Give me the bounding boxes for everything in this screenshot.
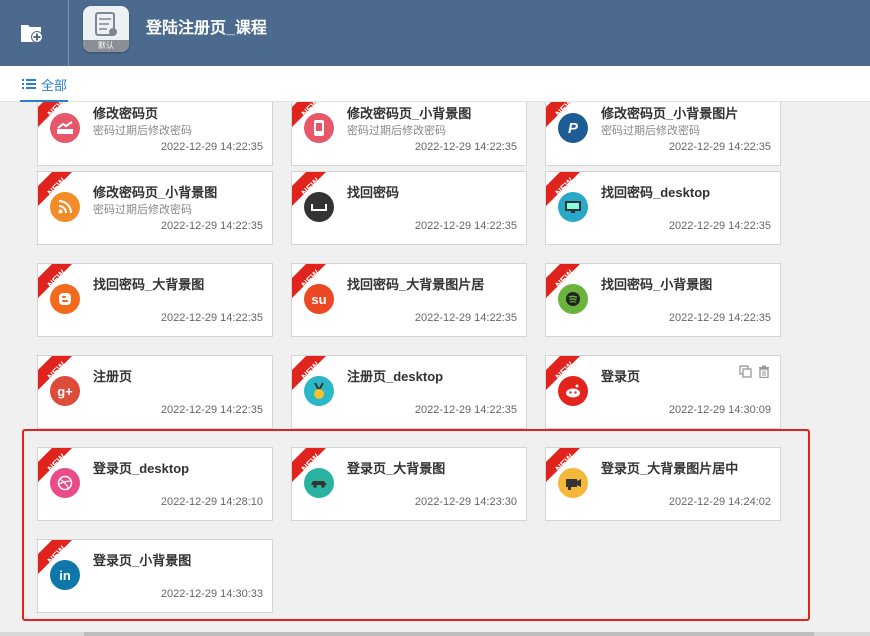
card-title: 注册页_desktop [347, 369, 444, 384]
card-timestamp: 2022-12-29 14:30:33 [160, 588, 263, 600]
template-card[interactable]: NEW 找回密码_小背景图 2022-12-29 14:22:35 [545, 263, 781, 337]
card-timestamp: 2022-12-29 14:22:35 [414, 312, 517, 324]
dribbble-icon [50, 468, 80, 498]
camera-icon [558, 468, 588, 498]
stumbleupon-icon: su [304, 284, 334, 314]
template-card[interactable]: NEW P 修改密码页_小背景图片 密码过期后修改密码 2022-12-29 14:22… [545, 102, 781, 166]
template-card[interactable]: NEW 注册页_desktop 2022-12-29 14:22:35 [291, 355, 527, 429]
template-card[interactable]: NEW 找回密码_desktop 2022-12-29 14:22:35 [545, 171, 781, 245]
page-title: 登陆注册页_课程 [146, 20, 267, 37]
card-description: 密码过期后修改密码 [93, 125, 192, 137]
card-timestamp: 2022-12-29 14:22:35 [668, 141, 771, 153]
card-timestamp: 2022-12-29 14:22:35 [414, 141, 517, 153]
tray-icon [304, 192, 334, 222]
card-title: 修改密码页_小背景图片 [601, 106, 739, 121]
card-title: 找回密码_大背景图片居 [347, 277, 485, 292]
chart-icon [50, 113, 80, 143]
tab-all[interactable]: 全部 [22, 74, 67, 94]
car-icon [304, 468, 334, 498]
card-title: 修改密码页_小背景图 [93, 185, 218, 200]
card-description: 密码过期后修改密码 [347, 125, 446, 137]
card-timestamp: 2022-12-29 14:22:35 [160, 312, 263, 324]
reddit-icon [558, 376, 588, 406]
medal-icon [304, 376, 334, 406]
folder-add-icon [21, 25, 43, 43]
card-timestamp: 2022-12-29 14:22:35 [668, 312, 771, 324]
card-timestamp: 2022-12-29 14:22:35 [160, 141, 263, 153]
template-card[interactable]: NEW 登录页_大背景图 2022-12-29 14:23:30 [291, 447, 527, 521]
list-icon [22, 79, 36, 89]
template-card[interactable]: NEW 登录页 2022-12-29 14:30:09 [545, 355, 781, 429]
card-timestamp: 2022-12-29 14:30:09 [668, 404, 771, 416]
card-timestamp: 2022-12-29 14:28:10 [160, 496, 263, 508]
card-title: 登录页_大背景图 [347, 461, 446, 476]
template-grid: NEW 修改密码页 密码过期后修改密码 2022-12-29 14:22:35 NEW 修… [0, 102, 870, 636]
card-title: 登录页_desktop [93, 461, 190, 476]
app-badge: 默认 [83, 40, 129, 52]
card-title: 找回密码_大背景图 [93, 277, 205, 292]
card-title: 登录页_大背景图片居中 [601, 461, 739, 476]
template-card[interactable]: NEW 修改密码页_小背景图 密码过期后修改密码 2022-12-29 14:22:3… [291, 102, 527, 166]
card-title: 修改密码页 [93, 106, 159, 121]
app-logo-icon [95, 12, 117, 36]
card-description: 密码过期后修改密码 [601, 125, 700, 137]
card-timestamp: 2022-12-29 14:22:35 [160, 404, 263, 416]
template-card[interactable]: NEW 找回密码_大背景图 2022-12-29 14:22:35 [37, 263, 273, 337]
card-title: 注册页 [93, 369, 133, 384]
template-card[interactable]: NEW 登录页_大背景图片居中 2022-12-29 14:24:02 [545, 447, 781, 521]
card-timestamp: 2022-12-29 14:23:30 [414, 496, 517, 508]
header-divider [68, 0, 69, 66]
phone-icon [304, 113, 334, 143]
linkedin-icon: in [50, 560, 80, 590]
card-title: 找回密码 [347, 185, 400, 200]
horizontal-scrollbar[interactable] [0, 632, 870, 636]
card-actions [739, 365, 770, 378]
monitor-icon [558, 192, 588, 222]
card-timestamp: 2022-12-29 14:22:35 [668, 220, 771, 232]
google-plus-icon: g+ [50, 376, 80, 406]
tab-bar: 全部 [0, 66, 870, 102]
template-card[interactable]: NEW 登录页_desktop 2022-12-29 14:28:10 [37, 447, 273, 521]
spotify-icon [558, 284, 588, 314]
card-title: 找回密码_小背景图 [601, 277, 713, 292]
card-timestamp: 2022-12-29 14:22:35 [414, 220, 517, 232]
tab-all-label: 全部 [41, 77, 68, 93]
template-card[interactable]: NEW su 找回密码_大背景图片居 2022-12-29 14:22:35 [291, 263, 527, 337]
card-description: 密码过期后修改密码 [93, 204, 192, 216]
template-card[interactable]: NEW 修改密码页_小背景图 密码过期后修改密码 2022-12-29 14:22:3… [37, 171, 273, 245]
paypal-icon: P [558, 113, 588, 143]
card-title: 找回密码_desktop [601, 185, 711, 200]
card-timestamp: 2022-12-29 14:22:35 [414, 404, 517, 416]
card-timestamp: 2022-12-29 14:22:35 [160, 220, 263, 232]
blogger-icon [50, 284, 80, 314]
card-timestamp: 2022-12-29 14:24:02 [668, 496, 771, 508]
scrollbar-thumb[interactable] [84, 632, 814, 636]
template-card[interactable]: NEW in 登录页_小背景图 2022-12-29 14:30:33 [37, 539, 273, 613]
rss-icon [50, 192, 80, 222]
card-title: 登录页_小背景图 [93, 553, 192, 568]
template-card[interactable]: NEW 找回密码 2022-12-29 14:22:35 [291, 171, 527, 245]
card-title: 登录页 [601, 369, 641, 384]
trash-icon[interactable] [758, 365, 770, 378]
app-icon[interactable]: 默认 [83, 6, 129, 52]
template-card[interactable]: NEW g+ 注册页 2022-12-29 14:22:35 [37, 355, 273, 429]
add-folder-button[interactable] [0, 0, 64, 66]
copy-icon[interactable] [739, 365, 752, 378]
card-title: 修改密码页_小背景图 [347, 106, 472, 121]
template-card[interactable]: NEW 修改密码页 密码过期后修改密码 2022-12-29 14:22:35 [37, 102, 273, 166]
top-header: 默认 登陆注册页_课程 [0, 0, 870, 66]
